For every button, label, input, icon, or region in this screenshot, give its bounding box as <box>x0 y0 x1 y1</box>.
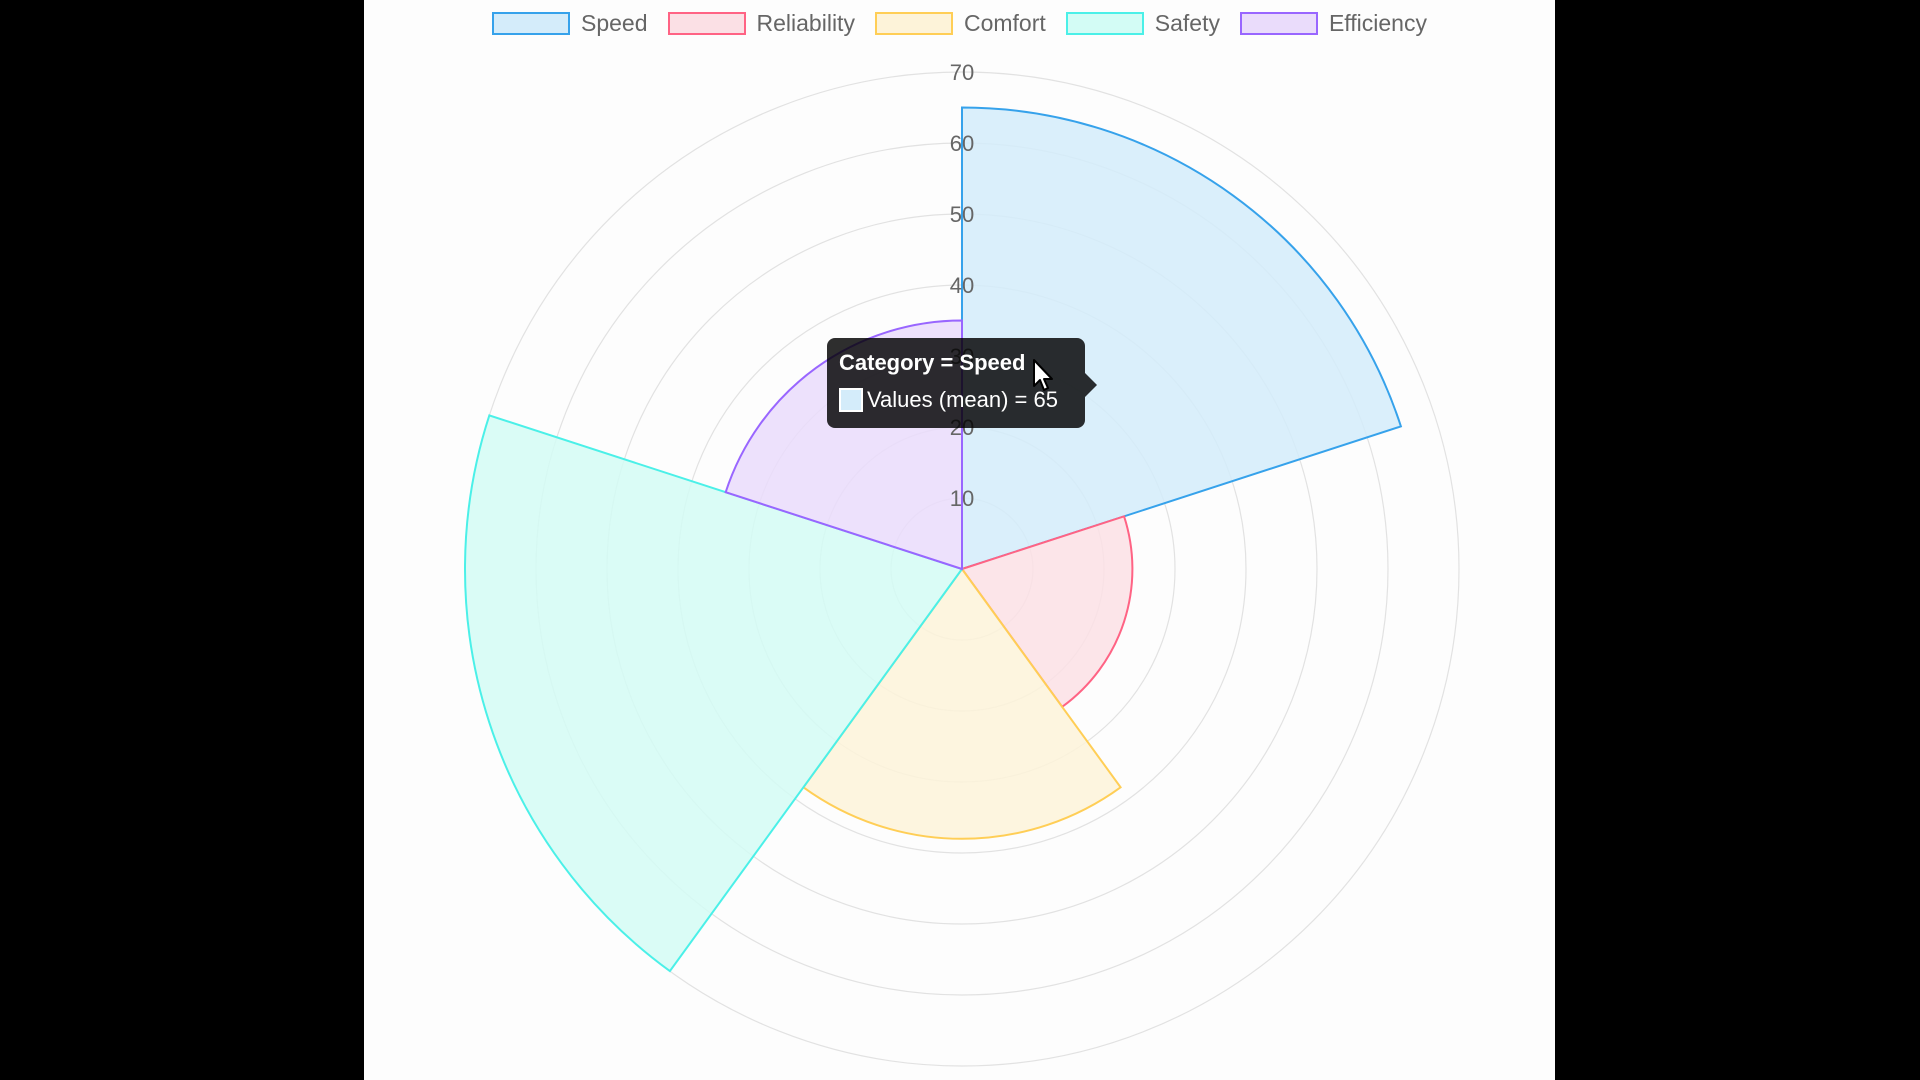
legend-swatch <box>1239 12 1318 35</box>
tick-label: 40 <box>950 273 974 298</box>
legend-item-speed[interactable]: Speed <box>492 10 648 37</box>
chart-legend: Speed Reliability Comfort Safety Efficiency <box>364 10 1555 37</box>
legend-label: Speed <box>581 10 648 36</box>
legend-item-reliability[interactable]: Reliability <box>667 10 855 37</box>
polar-area-chart[interactable]: 10203040506070 <box>364 0 1555 1080</box>
mouse-pointer-icon <box>1033 359 1053 391</box>
tick-label: 70 <box>950 60 974 85</box>
legend-swatch <box>1065 12 1144 35</box>
legend-item-efficiency[interactable]: Efficiency <box>1239 10 1427 37</box>
tick-label: 10 <box>950 486 974 511</box>
tick-label: 50 <box>950 202 974 227</box>
sectors <box>464 106 1403 973</box>
tooltip-color-swatch <box>839 388 863 412</box>
tick-label: 60 <box>950 131 974 156</box>
legend-label: Efficiency <box>1328 10 1427 36</box>
legend-label: Safety <box>1154 10 1220 36</box>
tooltip-value: Values (mean) = 65 <box>867 387 1058 412</box>
legend-swatch <box>874 12 953 35</box>
legend-item-comfort[interactable]: Comfort <box>874 10 1046 37</box>
legend-swatch <box>492 12 570 35</box>
legend-label: Comfort <box>963 10 1046 36</box>
legend-swatch <box>667 12 746 35</box>
legend-label: Reliability <box>756 10 855 36</box>
chart-panel: 10203040506070 SpeedReliabilityComfortSa… <box>364 0 1555 1080</box>
legend-item-safety[interactable]: Safety <box>1065 10 1220 37</box>
